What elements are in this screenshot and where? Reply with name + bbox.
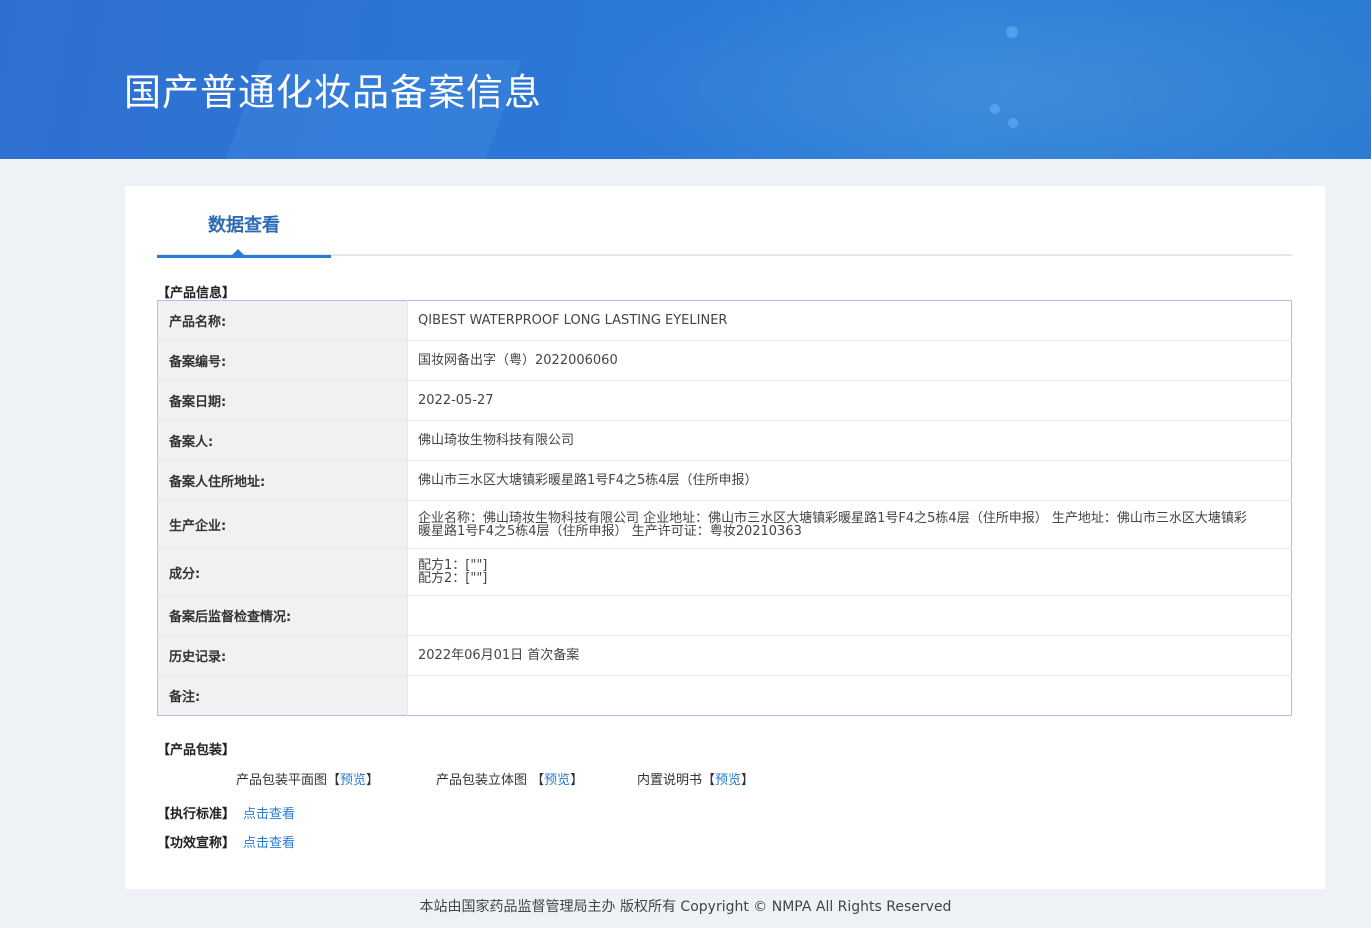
table-row: 产品名称: QIBEST WATERPROOF LONG LASTING EYE… [157, 300, 1292, 341]
efficacy-view-link[interactable]: 点击查看 [243, 836, 295, 851]
row-key: 历史记录: [157, 635, 408, 676]
row-value [407, 595, 1292, 636]
row-key: 生产企业: [157, 500, 408, 549]
main-panel: 数据查看 【产品信息】 产品名称: QIBEST WATERPROOF LONG… [125, 186, 1325, 889]
table-row: 备案编号: 国妆网备出字（粤）2022006060 [157, 340, 1292, 381]
table-row: 备案后监督检查情况: [157, 595, 1292, 636]
table-row: 备案日期: 2022-05-27 [157, 380, 1292, 421]
preview-solid-link[interactable]: 预览 [544, 773, 570, 788]
efficacy-row: 【功效宣称】 点击查看 [157, 832, 295, 851]
table-row: 备案人住所地址: 佛山市三水区大塘镇彩暖星路1号F4之5栋4层（住所申报） [157, 460, 1292, 501]
section-packaging: 【产品包装】 [157, 743, 236, 758]
packaging-solid-item: 产品包装立体图 【预览】 [436, 773, 584, 788]
row-value: 2022-05-27 [407, 380, 1292, 421]
row-value: 2022年06月01日 首次备案 [407, 635, 1292, 676]
row-key: 备案人: [157, 420, 408, 461]
row-value [408, 676, 1292, 716]
table-row: 备注: [157, 675, 1292, 716]
header-banner: 国产普通化妆品备案信息 [0, 0, 1371, 159]
standard-view-link[interactable]: 点击查看 [243, 807, 295, 822]
table-row: 成分: 配方1：[""] 配方2：[""] [157, 548, 1292, 596]
packaging-flat-label: 产品包装平面图 [236, 773, 328, 788]
table-row: 备案人: 佛山琦妆生物科技有限公司 [157, 420, 1292, 461]
section-efficacy: 【功效宣称】 [157, 836, 236, 851]
packaging-manual-label: 内置说明书 [637, 773, 703, 788]
footer-copyright: 本站由国家药品监督管理局主办 版权所有 Copyright © NMPA All… [419, 899, 952, 915]
row-value: 企业名称：佛山琦妆生物科技有限公司 企业地址：佛山市三水区大塘镇彩暖星路1号F4… [407, 500, 1292, 549]
formula-line: 配方1：[""] [418, 558, 488, 573]
row-key: 备注: [157, 675, 408, 716]
packaging-flat-item: 产品包装平面图【预览】 [236, 773, 380, 788]
tab-caret-icon [231, 249, 245, 256]
preview-flat-link[interactable]: 预览 [340, 773, 366, 788]
row-value: 佛山琦妆生物科技有限公司 [407, 420, 1292, 461]
page-title: 国产普通化妆品备案信息 [124, 71, 542, 114]
row-key: 备案编号: [157, 340, 408, 381]
row-key: 备案人住所地址: [157, 460, 408, 501]
table-row: 生产企业: 企业名称：佛山琦妆生物科技有限公司 企业地址：佛山市三水区大塘镇彩暖… [157, 500, 1292, 549]
tab-data-view[interactable]: 数据查看 [157, 186, 331, 258]
section-product-info: 【产品信息】 [157, 286, 236, 301]
section-standard: 【执行标准】 [157, 807, 236, 822]
row-key: 备案日期: [157, 380, 408, 421]
row-key: 备案后监督检查情况: [157, 595, 408, 636]
formula-line: 配方2：[""] [418, 571, 488, 586]
row-value: 国妆网备出字（粤）2022006060 [407, 340, 1292, 381]
row-value: QIBEST WATERPROOF LONG LASTING EYELINER [407, 300, 1292, 341]
row-value: 配方1：[""] 配方2：[""] [407, 548, 1292, 596]
packaging-solid-label: 产品包装立体图 [436, 773, 528, 788]
tab-bar: 数据查看 [157, 186, 1292, 258]
table-row: 历史记录: 2022年06月01日 首次备案 [157, 635, 1292, 676]
packaging-manual-item: 内置说明书【预览】 [637, 773, 755, 788]
row-key: 产品名称: [157, 300, 408, 341]
row-value: 佛山市三水区大塘镇彩暖星路1号F4之5栋4层（住所申报） [407, 460, 1292, 501]
standard-row: 【执行标准】 点击查看 [157, 803, 295, 822]
product-info-table: 产品名称: QIBEST WATERPROOF LONG LASTING EYE… [157, 300, 1292, 716]
preview-manual-link[interactable]: 预览 [715, 773, 741, 788]
tab-data-view-label: 数据查看 [208, 215, 280, 236]
row-key: 成分: [157, 548, 408, 596]
